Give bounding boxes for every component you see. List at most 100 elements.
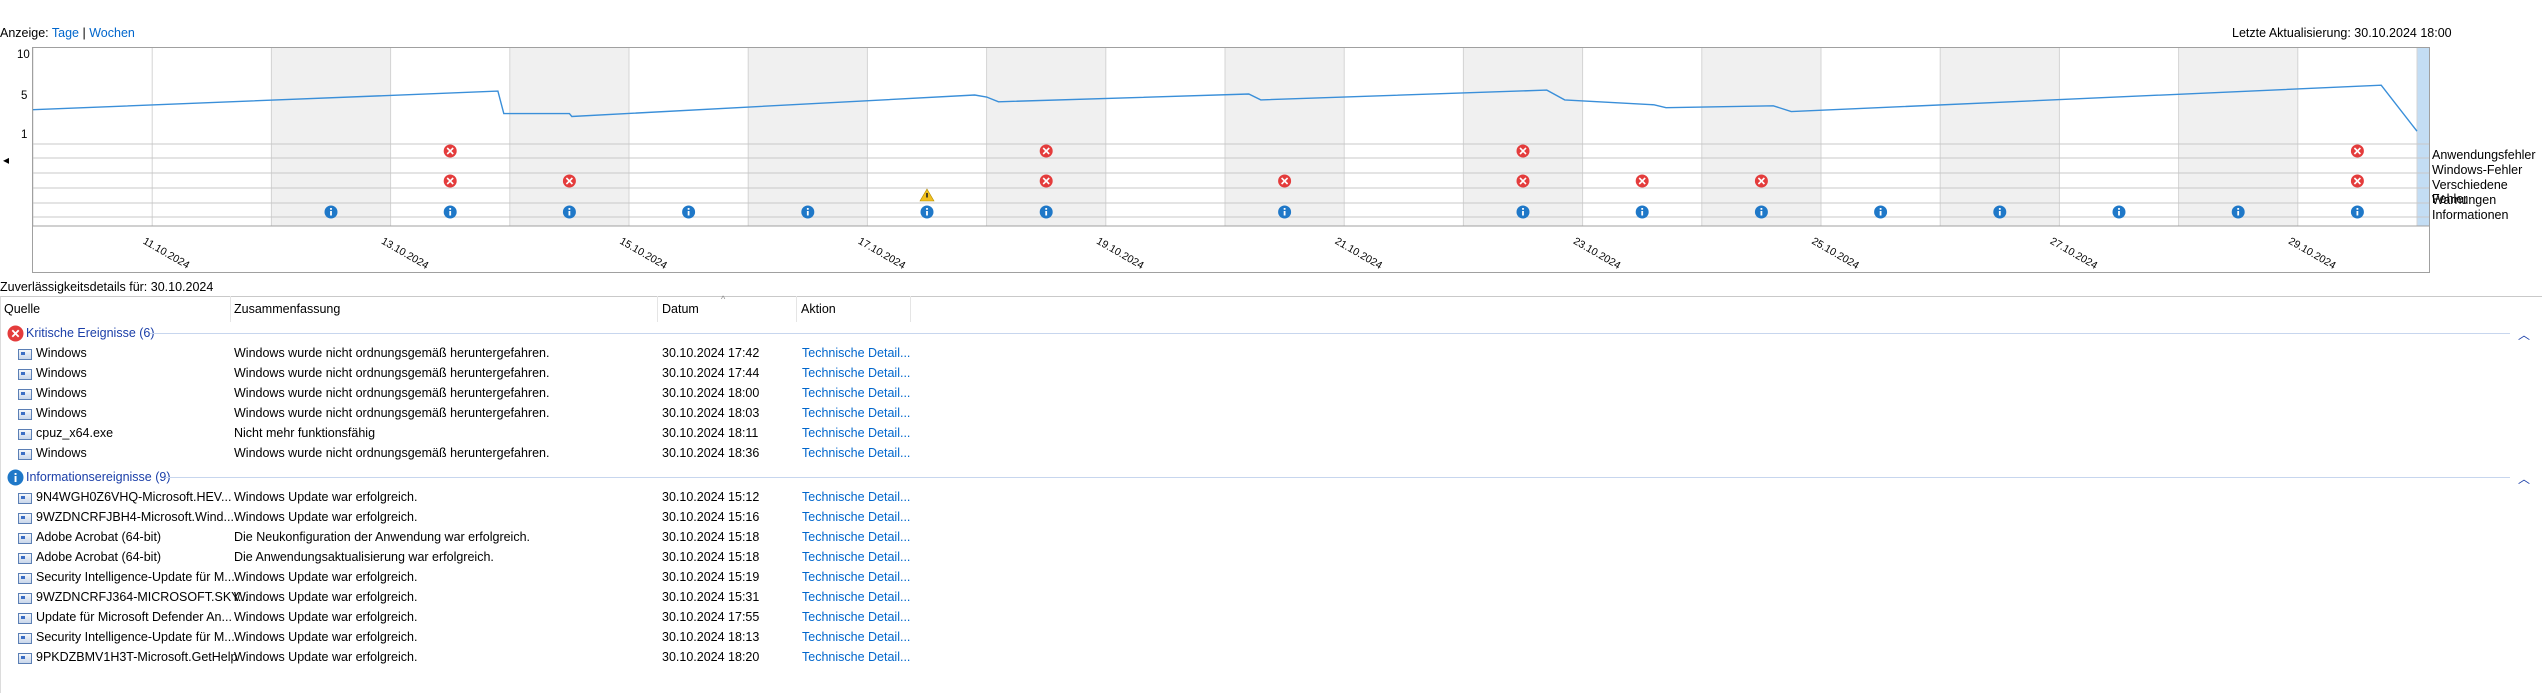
view-days-link[interactable]: Tage — [52, 26, 79, 40]
application-icon — [18, 493, 32, 504]
row-summary: Windows Update war erfolgreich. — [234, 590, 418, 604]
legend-windows-errors: Windows-Fehler — [2432, 163, 2523, 177]
column-divider[interactable] — [910, 296, 911, 322]
day-column[interactable] — [986, 48, 1106, 226]
row-source: Windows — [36, 346, 87, 360]
group-information-events[interactable]: Informationsereignisse (9) — [26, 470, 171, 484]
technical-details-link[interactable]: Technische Detail... — [802, 590, 910, 604]
application-icon — [18, 613, 32, 624]
row-summary: Windows Update war erfolgreich. — [234, 650, 418, 664]
date-label: 25.10.2024 — [1810, 235, 1862, 272]
info-icon — [806, 211, 809, 216]
day-column[interactable] — [1463, 48, 1583, 226]
group-divider — [165, 477, 2510, 478]
view-weeks-link[interactable]: Wochen — [89, 26, 135, 40]
info-icon — [1045, 208, 1048, 210]
row-source: Adobe Acrobat (64-bit) — [36, 550, 162, 564]
row-date: 30.10.2024 15:16 — [662, 510, 760, 524]
day-column[interactable] — [271, 48, 391, 226]
technical-details-link[interactable]: Technische Detail... — [802, 386, 910, 400]
info-icon — [687, 211, 690, 216]
y-tick-10: 10 — [17, 49, 30, 61]
day-column[interactable] — [2059, 48, 2179, 226]
last-update-text: Letzte Aktualisierung: 30.10.2024 18:00 — [2232, 26, 2452, 40]
column-header-date[interactable]: Datum — [662, 302, 699, 316]
info-icon — [1283, 208, 1286, 210]
technical-details-link[interactable]: Technische Detail... — [802, 570, 910, 584]
day-column[interactable] — [390, 48, 510, 226]
row-source: Security Intelligence-Update für M... — [36, 630, 235, 644]
scroll-left-button[interactable]: ◂ — [3, 153, 9, 167]
error-icon — [7, 325, 24, 342]
row-date: 30.10.2024 17:55 — [662, 610, 760, 624]
info-icon — [1045, 211, 1048, 216]
column-divider[interactable] — [230, 296, 231, 322]
day-column[interactable] — [1821, 48, 1941, 226]
technical-details-link[interactable]: Technische Detail... — [802, 446, 910, 460]
application-icon — [18, 533, 32, 544]
day-column[interactable] — [152, 48, 272, 226]
technical-details-link[interactable]: Technische Detail... — [802, 530, 910, 544]
day-column[interactable] — [33, 48, 153, 226]
technical-details-link[interactable]: Technische Detail... — [802, 630, 910, 644]
technical-details-link[interactable]: Technische Detail... — [802, 650, 910, 664]
day-column[interactable] — [1105, 48, 1225, 226]
group-divider — [150, 333, 2510, 334]
info-icon — [1879, 208, 1882, 210]
group-critical-events[interactable]: Kritische Ereignisse (6) — [26, 326, 155, 340]
technical-details-link[interactable]: Technische Detail... — [802, 346, 910, 360]
technical-details-link[interactable]: Technische Detail... — [802, 426, 910, 440]
details-title: Zuverlässigkeitsdetails für: 30.10.2024 — [0, 280, 214, 294]
row-summary: Windows wurde nicht ordnungsgemäß herunt… — [234, 406, 550, 420]
application-icon — [18, 553, 32, 564]
day-column[interactable] — [1344, 48, 1464, 226]
legend-warnings: Warnungen — [2432, 193, 2497, 207]
row-date: 30.10.2024 18:00 — [662, 386, 760, 400]
row-source: 9PKDZBMV1H3T-Microsoft.GetHelp — [36, 650, 238, 664]
date-label: 11.10.2024 — [141, 235, 192, 271]
info-icon — [1998, 208, 2001, 210]
technical-details-link[interactable]: Technische Detail... — [802, 550, 910, 564]
info-icon — [2118, 211, 2120, 216]
technical-details-link[interactable]: Technische Detail... — [802, 510, 910, 524]
info-icon — [1641, 208, 1644, 210]
day-column[interactable] — [2417, 48, 2429, 226]
collapse-chevron-icon[interactable]: ︿ — [2518, 470, 2530, 487]
row-source: Windows — [36, 366, 87, 380]
day-column[interactable] — [2297, 48, 2417, 226]
reliability-chart[interactable]: 11.10.2024 13.10.2024 15.10.2024 17.10.2024… — [32, 47, 2430, 273]
day-column[interactable] — [1225, 48, 1345, 226]
technical-details-link[interactable]: Technische Detail... — [802, 406, 910, 420]
technical-details-link[interactable]: Technische Detail... — [802, 490, 910, 504]
day-column[interactable] — [1701, 48, 1821, 226]
day-column[interactable] — [1940, 48, 2060, 226]
row-source: Update für Microsoft Defender An... — [36, 610, 232, 624]
day-column[interactable] — [629, 48, 749, 226]
technical-details-link[interactable]: Technische Detail... — [802, 610, 910, 624]
collapse-chevron-icon[interactable]: ︿ — [2518, 326, 2530, 343]
column-header-summary[interactable]: Zusammenfassung — [234, 302, 340, 316]
date-label: 27.10.2024 — [2048, 235, 2100, 272]
reliability-chart-svg: 11.10.2024 13.10.2024 15.10.2024 17.10.2024… — [33, 48, 2429, 272]
row-summary: Windows Update war erfolgreich. — [234, 630, 418, 644]
legend-information: Informationen — [2432, 208, 2509, 222]
application-icon — [18, 349, 32, 360]
column-header-source[interactable]: Quelle — [4, 302, 40, 316]
info-icon — [1760, 211, 1763, 216]
column-divider[interactable] — [796, 296, 797, 322]
day-column[interactable] — [509, 48, 629, 226]
date-label: 15.10.2024 — [618, 235, 670, 272]
day-column[interactable] — [2178, 48, 2298, 226]
view-prefix: Anzeige: — [0, 26, 49, 40]
info-icon — [926, 208, 928, 210]
info-icon — [7, 469, 24, 486]
date-label: 23.10.2024 — [1571, 235, 1623, 272]
row-source: 9WZDNCRFJ364-MICROSOFT.SKY... — [36, 590, 249, 604]
technical-details-link[interactable]: Technische Detail... — [802, 366, 910, 380]
column-header-action[interactable]: Aktion — [801, 302, 836, 316]
info-icon — [568, 208, 571, 210]
day-column[interactable] — [748, 48, 868, 226]
column-divider[interactable] — [657, 296, 658, 322]
day-column[interactable] — [1582, 48, 1702, 226]
info-icon — [449, 208, 452, 210]
